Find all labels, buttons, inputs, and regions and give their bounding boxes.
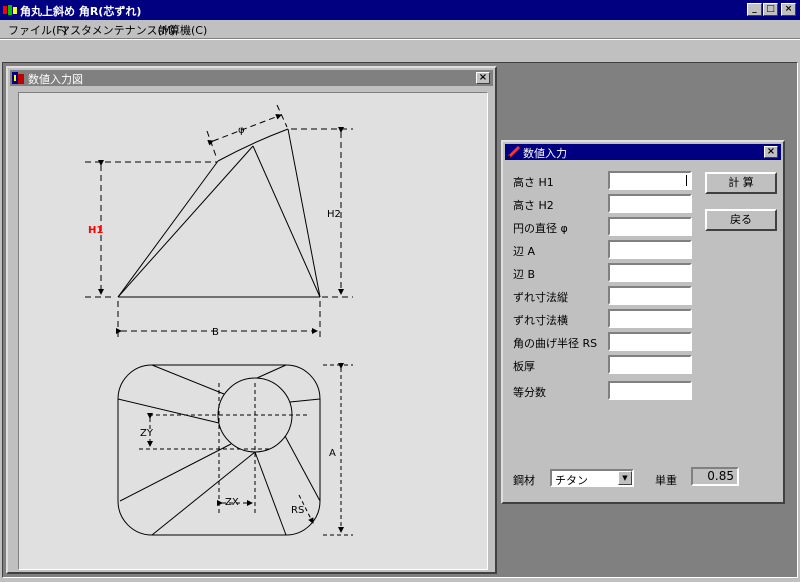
material-select[interactable]: チタン ▼ [550, 469, 634, 487]
label-circle-diameter: 円の直径 φ [513, 222, 568, 235]
label-phi: φ [238, 125, 245, 136]
figure-window: 数値入力図 × H1 H2 φ B A ZY ZX RS [6, 66, 497, 574]
inner-line-2 [252, 145, 321, 298]
input-window-title: 数値入力 [523, 147, 567, 160]
label-divisions: 等分数 [513, 386, 546, 399]
label-bend-radius: 角の曲げ半径 RS [513, 337, 598, 350]
close-button[interactable]: × [781, 3, 796, 16]
facet-line-4 [151, 451, 256, 536]
label-offset-horizontal: ずれ寸法横 [513, 314, 568, 327]
inner-line-1 [117, 145, 254, 298]
label-zx: ZX [225, 497, 239, 508]
label-b: B [212, 327, 219, 338]
figure-window-title: 数値入力図 [28, 73, 83, 86]
input-side-b[interactable] [608, 263, 692, 282]
material-value: チタン [555, 474, 588, 487]
label-plate-thickness: 板厚 [513, 360, 535, 373]
main-titlebar[interactable]: 角丸上斜め 角R(芯ずれ) _ □ × [0, 0, 800, 20]
top-arc [217, 128, 289, 162]
facet-line-6 [284, 435, 321, 502]
phi-dimension-line [207, 113, 282, 146]
app-title: 角丸上斜め 角R(芯ずれ) [20, 5, 142, 18]
input-offset-horizontal[interactable] [608, 309, 692, 328]
input-window: 数値入力 × 高さ H1 高さ H2 円の直径 φ 辺 A 辺 B ずれ寸法縦 … [501, 140, 785, 504]
input-plate-thickness[interactable] [608, 355, 692, 374]
label-h2: H2 [327, 209, 341, 220]
pencil-icon [507, 145, 521, 159]
facet-line-8 [256, 364, 287, 379]
chevron-down-icon[interactable]: ▼ [618, 471, 632, 485]
label-rs: RS [291, 505, 304, 516]
diagram-svg: H1 H2 φ B A ZY ZX RS [85, 104, 353, 536]
phi-extension-left [206, 130, 218, 160]
toolbar [0, 39, 800, 62]
left-edge [117, 160, 219, 298]
menu-bar: ファイル(F) マスタメンテナンス(M) 計算機(C) [0, 20, 800, 39]
label-height-h1: 高さ H1 [513, 176, 554, 189]
label-a: A [329, 448, 336, 459]
label-h1: H1 [88, 225, 103, 236]
facet-line-2 [117, 398, 220, 424]
input-window-close-button[interactable]: × [764, 146, 778, 158]
label-side-a: 辺 A [513, 245, 536, 258]
text-caret [686, 175, 687, 186]
facet-line-7 [289, 398, 321, 403]
calculate-button[interactable]: 計 算 [705, 172, 777, 194]
material-label: 鋼材 [513, 474, 535, 487]
facet-line-3 [119, 443, 232, 502]
unit-weight-label: 単重 [655, 474, 677, 487]
input-divisions[interactable] [608, 381, 692, 400]
menu-calculator[interactable]: 計算機(C) [158, 22, 207, 38]
maximize-button[interactable]: □ [763, 3, 778, 16]
input-circle-diameter[interactable] [608, 217, 692, 236]
right-edge [287, 128, 321, 298]
label-height-h2: 高さ H2 [513, 199, 554, 212]
input-height-h1[interactable] [608, 171, 692, 190]
label-offset-vertical: ずれ寸法縦 [513, 291, 568, 304]
figure-window-titlebar[interactable]: 数値入力図 × [10, 70, 493, 86]
label-zy: ZY [140, 428, 154, 439]
input-height-h2[interactable] [608, 194, 692, 213]
input-window-titlebar[interactable]: 数値入力 × [505, 144, 781, 160]
input-bend-radius[interactable] [608, 332, 692, 351]
input-offset-vertical[interactable] [608, 286, 692, 305]
input-side-a[interactable] [608, 240, 692, 259]
unit-weight-value: 0.85 [691, 467, 739, 486]
figure-window-icon [12, 72, 24, 84]
facet-line-1 [151, 364, 225, 395]
label-side-b: 辺 B [513, 268, 536, 281]
app-icon [3, 5, 17, 15]
mdi-client-area: 数値入力図 × H1 H2 φ B A ZY ZX RS 数値入力 × 高さ H… [2, 62, 798, 578]
figure-window-close-button[interactable]: × [476, 72, 490, 84]
input-diagram: H1 H2 φ B A ZY ZX RS [18, 92, 488, 570]
minimize-button[interactable]: _ [747, 3, 762, 16]
facet-line-5 [254, 451, 287, 536]
back-button[interactable]: 戻る [705, 209, 777, 231]
